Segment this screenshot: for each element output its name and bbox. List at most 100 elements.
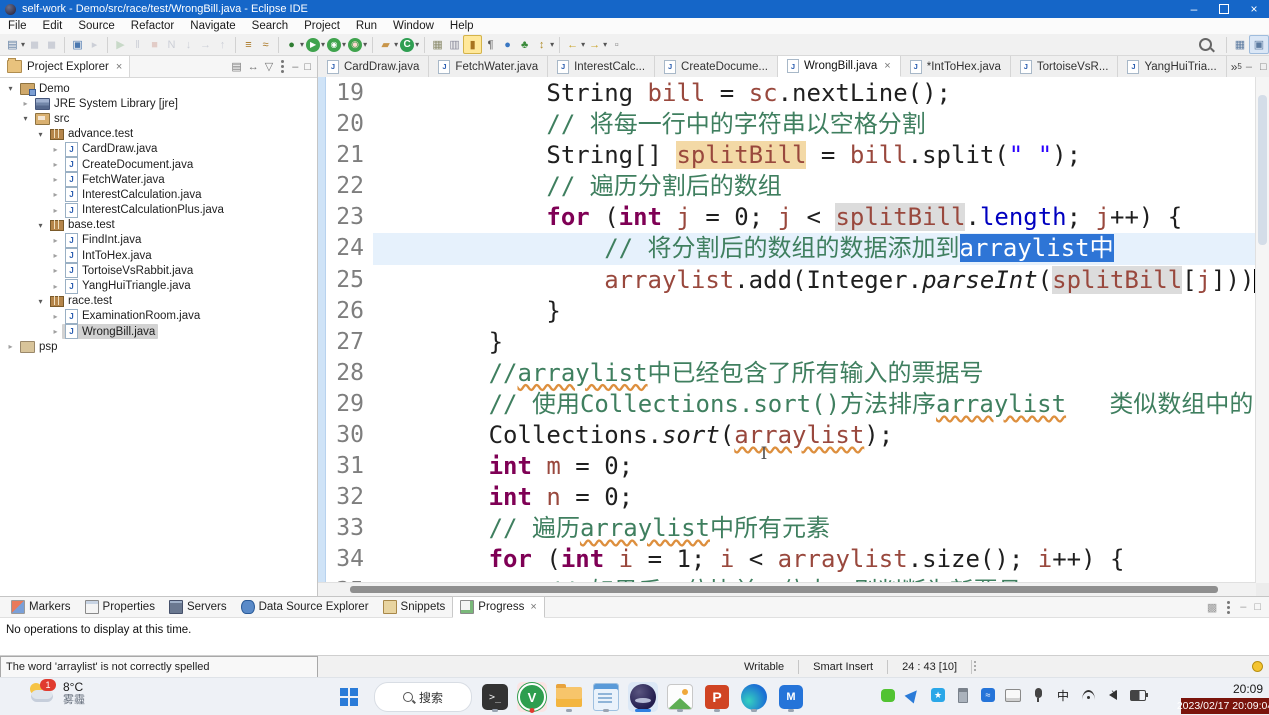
view-menu-icon[interactable]: [1227, 606, 1230, 609]
minimize-button[interactable]: –: [1179, 0, 1209, 18]
taskbar-app-photos[interactable]: [665, 682, 695, 712]
tree-expand-arrow[interactable]: ▸: [4, 342, 17, 351]
horizontal-scrollbar[interactable]: [318, 582, 1256, 596]
last-edit-location-icon[interactable]: ▫: [608, 36, 625, 53]
menu-run[interactable]: Run: [348, 18, 385, 34]
wifi-icon[interactable]: [1080, 687, 1096, 703]
code-text[interactable]: // 使用Collections.sort()方法排序arraylist 类似数…: [373, 389, 1256, 420]
coverage-icon[interactable]: ◉: [327, 38, 341, 52]
taskbar-app-start[interactable]: [332, 682, 366, 712]
trace-icon[interactable]: ≈: [257, 36, 274, 53]
taskbar-app-explorer[interactable]: [554, 682, 584, 712]
taskbar-search-box[interactable]: 搜索: [374, 682, 472, 712]
microphone-icon[interactable]: [1030, 687, 1046, 703]
usb-icon[interactable]: [955, 687, 971, 703]
tree-expand-arrow[interactable]: ▾: [34, 297, 47, 306]
tree-expand-arrow[interactable]: ▸: [49, 236, 62, 245]
editor-tab-fetchwater-java[interactable]: JFetchWater.java: [429, 56, 548, 77]
sort-icon[interactable]: ↕: [533, 36, 550, 53]
horizontal-scrollbar-thumb[interactable]: [350, 586, 1218, 593]
bottom-tab-markers[interactable]: Markers: [4, 597, 78, 617]
editor-tab-carddraw-java[interactable]: JCardDraw.java: [318, 56, 429, 77]
battery-icon[interactable]: [1130, 687, 1146, 703]
bottom-tab-snippets[interactable]: Snippets: [376, 597, 453, 617]
tree-item-src[interactable]: ▾src: [0, 111, 317, 126]
code-text[interactable]: int m = 0;: [373, 451, 1256, 482]
tree-expand-arrow[interactable]: ▸: [49, 282, 62, 291]
tree-expand-arrow[interactable]: ▾: [34, 221, 47, 230]
back-icon[interactable]: ←: [564, 36, 581, 53]
dropdown-arrow-icon[interactable]: ▾: [394, 40, 398, 49]
close-icon[interactable]: ×: [116, 61, 122, 73]
close-icon[interactable]: ×: [530, 601, 536, 613]
bottom-tab-servers[interactable]: Servers: [162, 597, 234, 617]
dropdown-arrow-icon[interactable]: ▾: [415, 40, 419, 49]
wechat-icon[interactable]: [880, 687, 896, 703]
close-button[interactable]: ×: [1239, 0, 1269, 18]
code-text[interactable]: }: [373, 327, 1256, 358]
view-menu-icon[interactable]: [281, 65, 284, 68]
tree-expand-arrow[interactable]: ▸: [49, 190, 62, 199]
new-junit-icon[interactable]: ♣: [516, 36, 533, 53]
tree-item-yanghuitriangle-java[interactable]: ▸JYangHuiTriangle.java: [0, 278, 317, 293]
taskbar-app-recorder[interactable]: V: [517, 682, 547, 712]
code-text[interactable]: int n = 0;: [373, 482, 1256, 513]
search-icon[interactable]: [1199, 38, 1212, 51]
dropdown-arrow-icon[interactable]: ▾: [300, 40, 304, 49]
tree-expand-arrow[interactable]: ▾: [4, 84, 17, 93]
tree-item-examinationroom-java[interactable]: ▸JExaminationRoom.java: [0, 309, 317, 324]
profile-icon[interactable]: ◉: [348, 38, 362, 52]
editor-tab-yanghuitria-[interactable]: JYangHuiTria...: [1118, 56, 1226, 77]
bottom-tab-data-source-explorer[interactable]: Data Source Explorer: [234, 597, 376, 617]
show-whitespace-icon[interactable]: ¶: [482, 36, 499, 53]
run-icon[interactable]: ▶: [306, 38, 320, 52]
volume-muted-icon[interactable]: [1105, 687, 1121, 703]
tree-item-findint-java[interactable]: ▸JFindInt.java: [0, 233, 317, 248]
menu-search[interactable]: Search: [244, 18, 296, 34]
dropdown-arrow-icon[interactable]: ▾: [550, 40, 554, 49]
open-perspective-icon[interactable]: ▦: [1231, 36, 1249, 53]
open-task-icon[interactable]: ▦: [429, 36, 446, 53]
taskbar-app-notes[interactable]: [591, 682, 621, 712]
cloud-docs-icon[interactable]: ≈: [980, 687, 996, 703]
tree-item-fetchwater-java[interactable]: ▸JFetchWater.java: [0, 172, 317, 187]
code-text[interactable]: // 将分割后的数组的数据添加到arraylist中: [373, 233, 1256, 264]
tree-item-demo[interactable]: ▾Demo: [0, 81, 317, 96]
mark-occurrences-icon[interactable]: ▮: [463, 35, 482, 54]
code-editor[interactable]: 19String bill = sc.nextLine();20// 将每一行中…: [318, 77, 1269, 596]
code-text[interactable]: String[] splitBill = bill.split(" ");: [373, 140, 1256, 171]
editor-tab-createdocume-[interactable]: JCreateDocume...: [655, 56, 778, 77]
menu-edit[interactable]: Edit: [35, 18, 71, 34]
filter-icon[interactable]: ▽: [265, 60, 273, 73]
tree-item-race-test[interactable]: ▾race.test: [0, 294, 317, 309]
taskbar-app-eclipse[interactable]: [628, 682, 658, 712]
editor-tab-tortoisevsr-[interactable]: JTortoiseVsR...: [1011, 56, 1119, 77]
tree-expand-arrow[interactable]: ▸: [49, 251, 62, 260]
quick-share-icon[interactable]: [905, 687, 921, 703]
dropdown-arrow-icon[interactable]: ▾: [21, 40, 25, 49]
weather-widget[interactable]: 1 8°C 雾霾: [28, 681, 85, 707]
editor-tab--inttohex-java[interactable]: J*IntToHex.java: [901, 56, 1011, 77]
maximize-view-icon[interactable]: □: [1254, 601, 1261, 613]
minimize-view-icon[interactable]: –: [1246, 61, 1252, 73]
tree-expand-arrow[interactable]: ▾: [34, 130, 47, 139]
bottom-tab-properties[interactable]: Properties: [78, 597, 162, 617]
tab-project-explorer[interactable]: Project Explorer ×: [0, 56, 130, 77]
menu-refactor[interactable]: Refactor: [123, 18, 182, 34]
tree-item-wrongbill-java[interactable]: ▸JWrongBill.java: [0, 324, 317, 339]
code-text[interactable]: for (int j = 0; j < splitBill.length; j+…: [373, 202, 1256, 233]
tree-item-jre-system-library-jre-[interactable]: ▸JRE System Library [jre]: [0, 96, 317, 111]
tree-item-base-test[interactable]: ▾base.test: [0, 218, 317, 233]
menu-navigate[interactable]: Navigate: [182, 18, 243, 34]
code-lines[interactable]: 19String bill = sc.nextLine();20// 将每一行中…: [326, 78, 1256, 583]
console-icon[interactable]: ▣: [69, 36, 86, 53]
editor-tab-wrongbill-java[interactable]: JWrongBill.java×: [778, 56, 901, 77]
link-with-editor-icon[interactable]: ↔: [248, 61, 259, 73]
code-text[interactable]: for (int i = 1; i < arraylist.size(); i+…: [373, 544, 1256, 575]
tree-item-psp[interactable]: ▸psp: [0, 339, 317, 354]
code-text[interactable]: // 将每一行中的字符串以空格分割: [373, 109, 1256, 140]
debug-icon[interactable]: ●: [283, 36, 300, 53]
tree-expand-arrow[interactable]: ▸: [49, 327, 62, 336]
tree-item-advance-test[interactable]: ▾advance.test: [0, 127, 317, 142]
tree-item-interestcalculationplus-java[interactable]: ▸JInterestCalculationPlus.java: [0, 203, 317, 218]
